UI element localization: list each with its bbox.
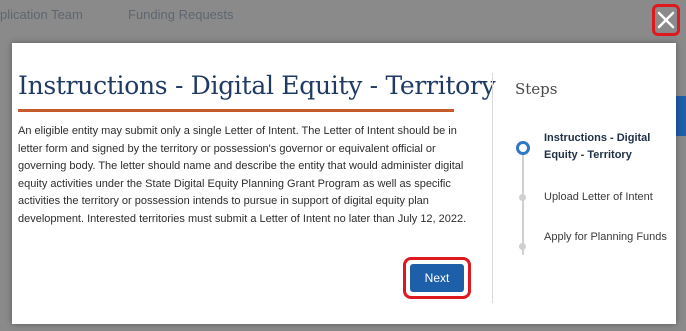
- instructions-text: An eligible entity may submit only a sin…: [18, 125, 467, 225]
- step-instructions[interactable]: Instructions - Digital Equity - Territor…: [544, 130, 674, 164]
- close-icon: [657, 11, 675, 29]
- bg-nav-item: Funding Requests: [128, 7, 234, 22]
- step-indicator: [519, 243, 526, 250]
- modal-title: Instructions - Digital Equity - Territor…: [18, 71, 496, 100]
- step-apply-funds[interactable]: Apply for Planning Funds: [544, 229, 674, 246]
- background-nav: plication Team Funding Requests: [0, 0, 686, 34]
- instructions-modal: Instructions - Digital Equity - Territor…: [12, 43, 676, 324]
- next-button-highlight: Next: [403, 257, 471, 299]
- divider: [492, 73, 493, 303]
- background-accent: [676, 96, 686, 136]
- steps-track: [522, 147, 524, 255]
- title-underline: [18, 109, 454, 112]
- next-button[interactable]: Next: [410, 264, 464, 292]
- bg-nav-item: plication Team: [0, 7, 83, 22]
- close-button[interactable]: [652, 4, 680, 36]
- step-upload-letter[interactable]: Upload Letter of Intent: [544, 189, 674, 206]
- steps-title: Steps: [515, 80, 558, 98]
- step-indicator: [519, 194, 526, 201]
- step-indicator-active: [516, 141, 530, 155]
